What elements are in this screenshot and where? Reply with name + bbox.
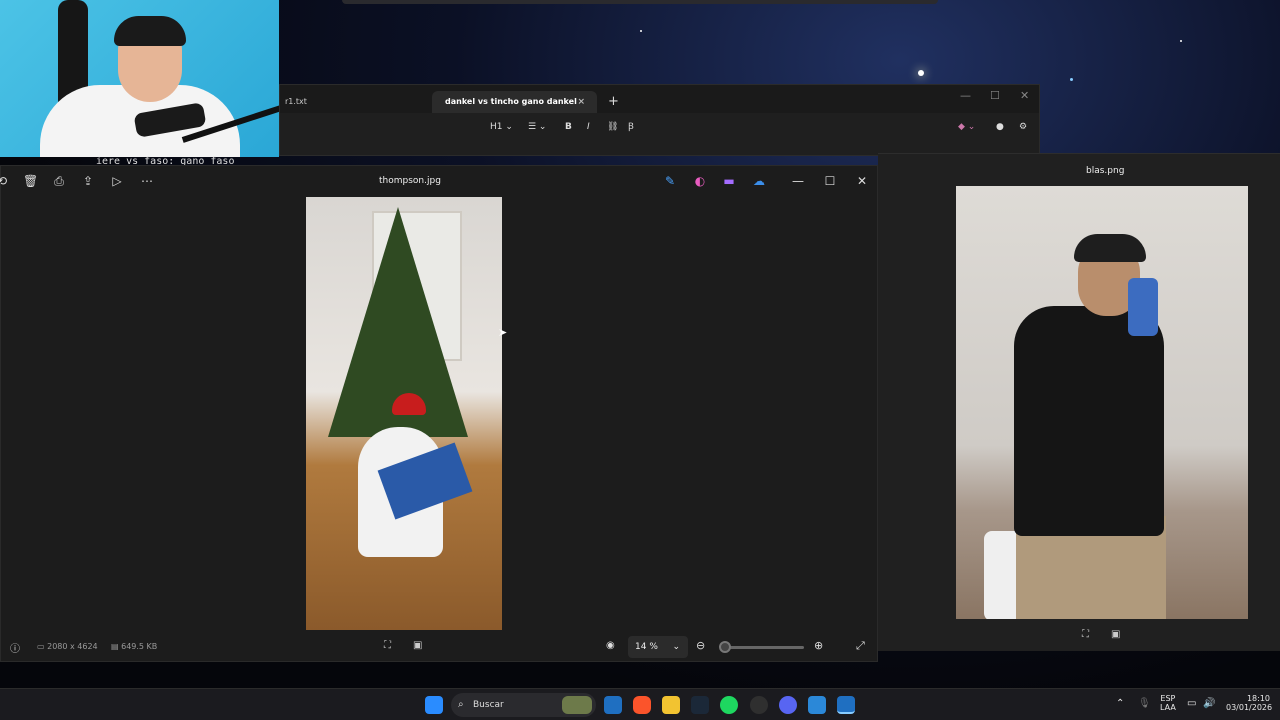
steam-icon[interactable] [691, 696, 709, 714]
fit-icon[interactable]: ⛶ [384, 640, 391, 651]
share-icon[interactable]: ⇪ [81, 174, 95, 188]
more-icon[interactable]: ⋯ [140, 174, 154, 188]
maximize-icon[interactable]: ☐ [823, 174, 837, 188]
info-icon[interactable]: ⓘ [10, 640, 20, 655]
clock-time: 18:10 [1246, 694, 1270, 703]
desktop-app-icon[interactable] [604, 696, 622, 714]
close-icon[interactable]: ✕ [1020, 89, 1029, 102]
photo-blas [956, 186, 1248, 619]
viewer-toolbar: ⟲ 🗑 ⎙ ⇪ ▷ ⋯ thompson.jpg ✎ ◐ ▬ ☁ — ☐ ✕ [0, 166, 877, 198]
zoom-slider-thumb[interactable] [719, 641, 731, 653]
edit-icon[interactable]: ✎ [663, 174, 677, 188]
dimensions-label: ▭ 2080 x 4624 [37, 642, 98, 651]
notepad-icon[interactable] [808, 696, 826, 714]
chevron-up-icon[interactable]: ⌃ [1116, 698, 1124, 709]
mic-icon[interactable]: 🎙 [1138, 698, 1151, 709]
photo-thompson [306, 197, 502, 630]
filesize-value: 649.5 KB [121, 642, 158, 651]
clock[interactable]: 18:10 03/01/2026 [1226, 694, 1273, 712]
search-box[interactable]: ⌕ Buscar [451, 693, 596, 717]
viewer-filename: thompson.jpg [379, 176, 441, 186]
person-body [1014, 306, 1164, 536]
clear-format-icon[interactable]: Ꞵ [628, 119, 634, 135]
zoom-slider[interactable] [726, 646, 804, 649]
settings-gear-icon[interactable]: ⚙ [1019, 119, 1027, 135]
webcam-overlay [0, 0, 279, 157]
ai-select-icon[interactable]: ▣ [1111, 629, 1120, 640]
minimize-icon[interactable]: — [791, 174, 805, 188]
headphones [114, 16, 186, 46]
italic-button[interactable]: I [587, 119, 590, 135]
chrome-icon[interactable] [750, 696, 768, 714]
star [640, 30, 642, 32]
close-tab-icon[interactable]: × [577, 91, 585, 113]
dimensions-value: 2080 x 4624 [47, 642, 98, 651]
fullscreen-icon[interactable]: ⤢ [856, 639, 865, 653]
heading-label: H1 [490, 122, 503, 132]
file-explorer-icon[interactable] [662, 696, 680, 714]
list-icon[interactable]: ☰ ⌄ [528, 119, 546, 135]
photos-icon[interactable] [837, 696, 855, 714]
tab-r1[interactable]: r1.txt [285, 91, 307, 113]
fit-icon[interactable]: ⛶ [1082, 629, 1089, 640]
account-icon[interactable]: ● [996, 119, 1004, 135]
ai-select-icon[interactable]: ▣ [413, 640, 422, 651]
network-icon[interactable]: ▭ [1187, 698, 1196, 709]
volume-icon[interactable]: 🔊 [1203, 698, 1215, 709]
search-highlight-icon [562, 696, 592, 714]
filesize-label: ▤ 649.5 KB [111, 642, 158, 651]
taskbar: ⌕ Buscar ⌃ 🎙 ESP LAA ▭ 🔊 18:10 03/01/202… [0, 688, 1280, 720]
language-indicator[interactable]: ESP LAA [1160, 694, 1176, 712]
clock-date: 03/01/2026 [1226, 703, 1273, 712]
zoom-in-icon[interactable]: ⊕ [814, 639, 823, 652]
designer-icon[interactable]: ◐ [693, 174, 707, 188]
discord-icon[interactable] [779, 696, 797, 714]
zoom-value: 14 % [635, 642, 658, 652]
top-window-edge [342, 0, 938, 4]
new-tab-button[interactable]: + [608, 91, 619, 113]
star [918, 70, 924, 76]
copilot-icon[interactable]: ◆ ⌄ [958, 119, 975, 135]
tab-label: dankel vs tincho gano dankel [445, 97, 577, 106]
start-icon[interactable] [425, 696, 443, 714]
language-line2: LAA [1160, 703, 1176, 712]
search-icon: ⌕ [458, 699, 464, 710]
slideshow-icon[interactable]: ▷ [110, 174, 124, 188]
maximize-icon[interactable]: ☐ [990, 89, 1000, 102]
search-placeholder: Buscar [473, 700, 504, 710]
rotate-icon[interactable]: ⟲ [0, 174, 9, 188]
language-line1: ESP [1160, 694, 1176, 703]
brave-icon[interactable] [633, 696, 651, 714]
photo-viewer-blas: blas.png ⛶ ▣ [878, 153, 1280, 651]
heading-select[interactable]: H1 ⌄ [490, 119, 513, 135]
delete-icon[interactable]: 🗑 [23, 174, 38, 188]
spotify-icon[interactable] [720, 696, 738, 714]
zoom-select[interactable]: 14 % ⌄ [628, 636, 688, 658]
chevron-down-icon: ⌄ [672, 642, 680, 652]
link-icon[interactable]: ⛓ [607, 119, 618, 135]
onedrive-icon[interactable]: ☁ [752, 174, 766, 188]
clipchamp-icon[interactable]: ▬ [722, 174, 736, 188]
notepad-window: r1.txt dankel vs tincho gano dankel × + … [279, 84, 1040, 156]
phone [1128, 278, 1158, 336]
close-icon[interactable]: ✕ [855, 174, 869, 188]
photo-viewer-thompson: ⟲ 🗑 ⎙ ⇪ ▷ ⋯ thompson.jpg ✎ ◐ ▬ ☁ — ☐ ✕ ➤… [0, 165, 878, 662]
minimize-icon[interactable]: — [960, 89, 971, 102]
mouse-cursor-icon: ➤ [498, 326, 508, 339]
zoom-out-icon[interactable]: ⊖ [696, 639, 705, 652]
bold-button[interactable]: B [565, 119, 572, 135]
star [1180, 40, 1182, 42]
person-cap [1074, 234, 1146, 262]
actual-size-icon[interactable]: ◉ [606, 640, 615, 651]
star [1070, 78, 1073, 81]
print-icon[interactable]: ⎙ [52, 174, 66, 188]
viewer2-filename: blas.png [1086, 166, 1125, 176]
notepad-tab-bar: r1.txt dankel vs tincho gano dankel × + … [280, 85, 1039, 113]
tab-dankel[interactable]: dankel vs tincho gano dankel × [432, 91, 597, 113]
